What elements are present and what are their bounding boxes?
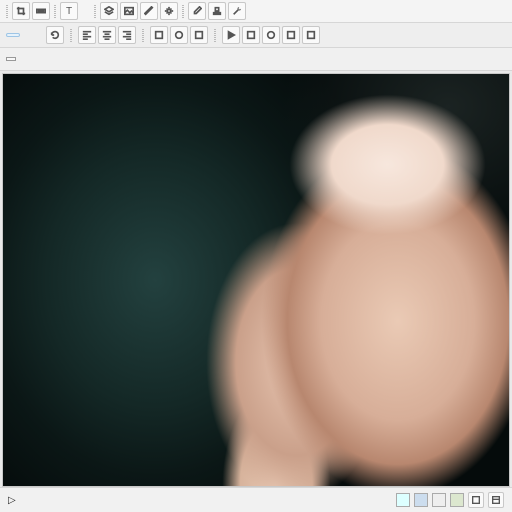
- swatch-b-icon[interactable]: [414, 493, 428, 507]
- options-toolbar: [0, 23, 512, 48]
- toolbar-group-edit: [12, 2, 50, 20]
- toolbar-grip: [6, 4, 8, 18]
- toolbar-group-tools: [188, 2, 246, 20]
- cog-icon[interactable]: [160, 2, 178, 20]
- eyedrop-icon[interactable]: [188, 2, 206, 20]
- cursor-icon: ▷: [8, 495, 16, 506]
- square-icon[interactable]: [242, 26, 260, 44]
- image-icon[interactable]: [120, 2, 138, 20]
- toolbar-separator: [142, 28, 144, 42]
- status-left: ▷: [8, 495, 26, 506]
- app-window: T: [0, 0, 512, 512]
- toolbar-separator: [70, 28, 72, 42]
- circle-icon[interactable]: [170, 26, 188, 44]
- square-icon[interactable]: [190, 26, 208, 44]
- play-icon[interactable]: [222, 26, 240, 44]
- crop-icon[interactable]: [12, 2, 30, 20]
- toolbar-separator: [94, 4, 96, 18]
- paint-icon[interactable]: [140, 2, 158, 20]
- square-icon[interactable]: [150, 26, 168, 44]
- mode-chip[interactable]: [6, 33, 20, 37]
- layers-icon[interactable]: [100, 2, 118, 20]
- align-group: [78, 26, 136, 44]
- canvas[interactable]: [2, 73, 510, 487]
- toolbar-group-layers: [100, 2, 178, 20]
- document-image: [3, 74, 509, 486]
- refresh-icon[interactable]: [46, 26, 64, 44]
- toolbar-separator: [182, 4, 184, 18]
- swatch-a-icon[interactable]: [396, 493, 410, 507]
- toolbar-group-text: T: [60, 2, 90, 20]
- status-tray: [396, 492, 504, 508]
- swatch-d-icon[interactable]: [450, 493, 464, 507]
- view-toggle-icon[interactable]: [488, 492, 504, 508]
- document-info-bar: [0, 48, 512, 71]
- circle-icon[interactable]: [262, 26, 280, 44]
- main-toolbar: T: [0, 0, 512, 23]
- path-tag[interactable]: [6, 57, 16, 61]
- square-icon[interactable]: [282, 26, 300, 44]
- ruler-icon[interactable]: [32, 2, 50, 20]
- action-group: [222, 26, 320, 44]
- square-icon[interactable]: [302, 26, 320, 44]
- toolbar-separator: [54, 4, 56, 18]
- align-right-icon[interactable]: [118, 26, 136, 44]
- align-left-icon[interactable]: [78, 26, 96, 44]
- toolbar-separator: [214, 28, 216, 42]
- wand-icon[interactable]: [228, 2, 246, 20]
- text-icon[interactable]: T: [60, 2, 78, 20]
- view-toggle-icon[interactable]: [468, 492, 484, 508]
- align-center-icon[interactable]: [98, 26, 116, 44]
- view-group: [150, 26, 208, 44]
- swatch-c-icon[interactable]: [432, 493, 446, 507]
- statusbar: ▷: [0, 487, 512, 512]
- stamp-icon[interactable]: [208, 2, 226, 20]
